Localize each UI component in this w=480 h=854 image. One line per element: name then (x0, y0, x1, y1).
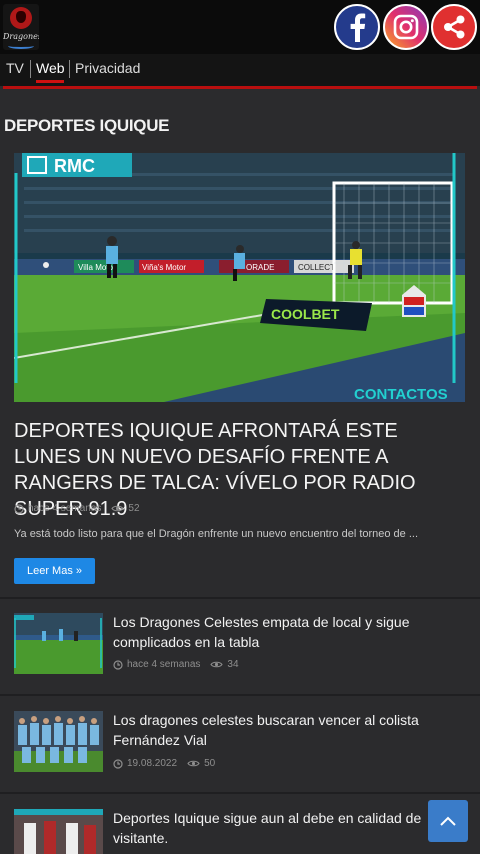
article-views: 50 (204, 758, 216, 769)
nav-active-indicator (36, 80, 64, 83)
article-thumbnail[interactable] (14, 809, 103, 854)
instagram-button[interactable] (383, 4, 429, 50)
instagram-icon (393, 14, 419, 40)
article-thumbnail[interactable] (14, 613, 103, 674)
facebook-button[interactable] (334, 4, 380, 50)
nav-separator (69, 60, 70, 78)
article-title[interactable]: Los dragones celestes buscaran vencer al… (113, 710, 463, 750)
featured-meta: hace 4 semanas 52 (14, 503, 140, 514)
read-more-button[interactable]: Leer Mas » (14, 558, 95, 584)
ad-board-3: ORADE (246, 263, 274, 272)
nav-bar: TV Web Privacidad (0, 54, 480, 86)
scroll-to-top-button[interactable] (428, 800, 468, 842)
featured-date: hace 4 semanas (28, 503, 102, 514)
article-meta: 19.08.2022 50 (113, 758, 215, 769)
logo-emblem (10, 7, 32, 29)
share-button[interactable] (431, 4, 477, 50)
divider (0, 694, 480, 696)
article-title[interactable]: Deportes Iquique sigue aun al debe en ca… (113, 808, 463, 848)
eye-icon (187, 760, 200, 767)
rmc-logo-text: RMC (54, 156, 95, 176)
featured-image[interactable]: Villa Motor Viña's Motor ORADE COLLECT C… (14, 153, 465, 402)
eye-icon (111, 505, 125, 512)
featured-excerpt: Ya está todo listo para que el Dragón en… (14, 528, 419, 540)
nav-item-tv[interactable]: TV (6, 60, 24, 76)
logo-swoosh (8, 43, 34, 49)
nav-item-web[interactable]: Web (36, 60, 65, 76)
featured-views: 52 (128, 503, 140, 514)
article-title[interactable]: Los Dragones Celestes empata de local y … (113, 612, 463, 652)
header-divider (3, 86, 477, 89)
contactos-label: CONTACTOS (354, 386, 448, 402)
top-bar: Dragones (0, 0, 480, 54)
clock-icon (113, 659, 123, 670)
article-meta: hace 4 semanas 34 (113, 659, 239, 670)
ad-board-2: Viña's Motor (142, 263, 186, 272)
section-title: DEPORTES IQUIQUE (4, 116, 170, 135)
facebook-icon (350, 13, 366, 42)
divider (0, 597, 480, 599)
ad-board-4: COLLECT (298, 263, 335, 272)
logo-text: Dragones (3, 32, 39, 41)
clock-icon (113, 758, 123, 769)
clock-icon (14, 503, 24, 514)
article-views: 34 (227, 659, 239, 670)
article-date: hace 4 semanas (127, 659, 201, 670)
sponsor-board: COOLBET (271, 306, 340, 322)
eye-icon (210, 661, 224, 668)
article-date: 19.08.2022 (127, 758, 178, 769)
site-logo[interactable]: Dragones (3, 4, 39, 50)
nav-separator (30, 60, 31, 78)
share-icon (444, 15, 465, 39)
article-thumbnail[interactable] (14, 711, 103, 772)
chevron-up-icon (440, 816, 456, 826)
divider (0, 792, 480, 794)
nav-item-privacidad[interactable]: Privacidad (75, 60, 140, 76)
